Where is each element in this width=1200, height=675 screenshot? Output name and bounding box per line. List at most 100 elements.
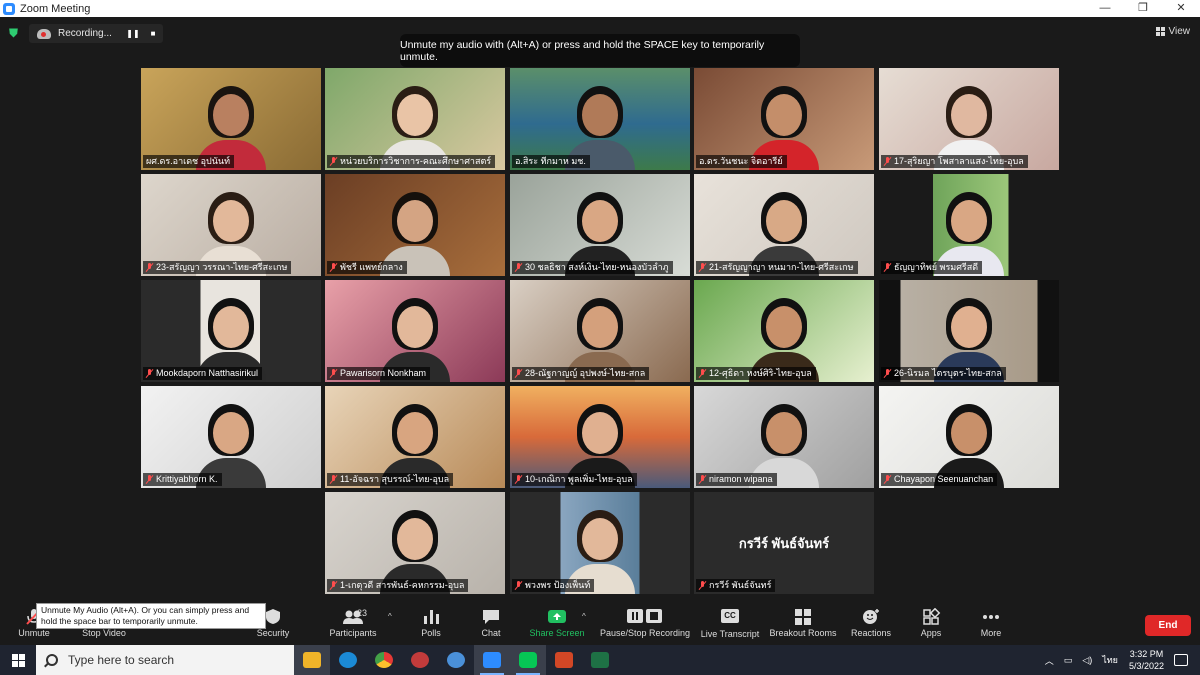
participant-tile[interactable]: ผศ.ดร.อาเดช อุปนันท์ [141, 68, 321, 170]
participant-name-label: ผศ.ดร.อาเดช อุปนันท์ [143, 155, 235, 168]
more-button[interactable]: More [951, 608, 1031, 638]
participant-tile[interactable]: 17-สุริยญา โพสาลาแสง-ไทย-อุบล [879, 68, 1059, 170]
zoom-taskbar-app[interactable] [474, 645, 510, 675]
participant-tile[interactable]: ธัญญาทิพย์ พรมศรีสดี [879, 174, 1059, 276]
live-transcript-button[interactable]: CC Live Transcript [690, 608, 770, 639]
participant-tile[interactable]: อ.สิระ ทีกมาห มช. [510, 68, 690, 170]
participant-name-label: หน่วยบริการวิชาการ-คณะศึกษาศาสตร์ [327, 155, 496, 168]
participant-name-label: 11-อัจฉรา สุบรรณ์-ไทย-อุบล [327, 473, 454, 486]
taskbar-search-placeholder: Type here to search [68, 653, 175, 667]
line-app[interactable] [510, 645, 546, 675]
unmute-notice: Unmute my audio with (Alt+A) or press an… [400, 34, 800, 67]
globe-icon [447, 652, 465, 668]
participant-tile[interactable]: Chayapon Seenuanchan [879, 386, 1059, 488]
chevron-up-icon[interactable]: ︿ [1045, 654, 1054, 667]
participant-tile[interactable]: 23-สรัญญา วรรณา-ไทย-ศรีสะเกษ [141, 174, 321, 276]
security-shield-icon[interactable]: ⛊ [9, 27, 21, 40]
participant-name: ธัญญาทิพย์ พรมศรีสดี [894, 262, 979, 272]
file-explorer-app[interactable] [294, 645, 330, 675]
participant-name-label: 30 ชลธิชา สงห์เงิน-ไทย-หนองบัวลำภู [512, 261, 673, 274]
meeting-area: ⛊ Recording... ❚❚ ■ View Unmute my audio… [0, 17, 1200, 605]
search-icon [46, 654, 58, 666]
excel-app[interactable] [582, 645, 618, 675]
participant-tile[interactable]: 1-เกตุวดี สารพันธ์-คหกรรม-อุบล [325, 492, 505, 594]
recording-indicator: Recording... ❚❚ ■ [29, 24, 163, 43]
participant-name: พวงพร ป้องเพ็นท์ [525, 580, 591, 590]
network-icon[interactable]: ▭ [1064, 655, 1073, 666]
start-button[interactable] [0, 645, 36, 675]
folder-icon [303, 652, 321, 668]
participant-tile[interactable]: Pawarisorn Nonkham [325, 280, 505, 382]
recording-label: Recording... [58, 28, 112, 39]
view-label: View [1168, 26, 1191, 37]
mic-muted-icon [330, 369, 337, 378]
chat-bubble-icon [481, 608, 501, 625]
participant-name: Krittiyabhorn K. [156, 474, 218, 484]
clock[interactable]: 3:32 PM 5/3/2022 [1129, 648, 1164, 672]
minimize-button[interactable]: — [1086, 0, 1124, 17]
chrome-app[interactable] [366, 645, 402, 675]
participant-name: Mookdaporn Natthasirikul [156, 368, 259, 378]
participant-tile[interactable]: 10-เกณิกา พูลเพิ่ม-ไทย-อุบล [510, 386, 690, 488]
zoom-logo-icon [3, 2, 15, 15]
participant-name: 28-ณัฐกาญญ์ อุปพงษ์-ไทย-สกล [525, 368, 646, 378]
participant-tile[interactable]: 28-ณัฐกาญญ์ อุปพงษ์-ไทย-สกล [510, 280, 690, 382]
zoom-icon [483, 652, 501, 668]
participant-name: niramon wipana [709, 474, 773, 484]
system-tray: ︿ ▭ ◁) ไทย 3:32 PM 5/3/2022 [1040, 645, 1200, 675]
excel-icon [591, 652, 609, 668]
participant-tile[interactable]: Krittiyabhorn K. [141, 386, 321, 488]
clock-date: 5/3/2022 [1128, 661, 1164, 671]
view-button[interactable]: View [1155, 26, 1191, 37]
pinned-app-2[interactable] [438, 645, 474, 675]
participant-tile[interactable]: พวงพร ป้องเพ็นท์ [510, 492, 690, 594]
participant-name: 10-เกณิกา พูลเพิ่ม-ไทย-อุบล [525, 474, 633, 484]
notification-icon[interactable] [1174, 654, 1188, 666]
close-button[interactable]: ✕ [1162, 0, 1200, 17]
participant-name: 17-สุริยญา โพสาลาแสง-ไทย-อุบล [894, 156, 1024, 166]
pinned-app-1[interactable] [402, 645, 438, 675]
participant-tile[interactable]: 12-ศุธิดา หงษ์ศิริ-ไทย-อุบล [694, 280, 874, 382]
mic-muted-icon [515, 581, 522, 590]
share-screen-icon [547, 608, 567, 625]
participant-tile[interactable]: พัชรี แพทย์กลาง [325, 174, 505, 276]
participant-tile[interactable]: หน่วยบริการวิชาการ-คณะศึกษาศาสตร์ [325, 68, 505, 170]
mic-muted-icon [330, 263, 337, 272]
participant-name-label: 21-สรัญญาญา หนมาก-ไทย-ศรีสะเกษ [696, 261, 858, 274]
participant-tile[interactable]: อ.ดร.วันชนะ จิตอารีย์ [694, 68, 874, 170]
participant-name-label: 28-ณัฐกาญญ์ อุปพงษ์-ไทย-สกล [512, 367, 650, 380]
pause-recording-button[interactable]: ❚❚ [123, 29, 143, 38]
taskbar-search[interactable]: Type here to search [36, 645, 294, 675]
volume-icon[interactable]: ◁) [1082, 655, 1092, 666]
participant-tile[interactable]: กรวีร์ พันธ์จันทร์ กรวีร์ พันธ์จันทร์ [694, 492, 874, 594]
chrome-icon [375, 652, 393, 668]
mic-muted-icon [330, 157, 337, 166]
participant-tile[interactable]: Mookdaporn Natthasirikul [141, 280, 321, 382]
more-dots-icon [981, 608, 1001, 625]
edge-app[interactable] [330, 645, 366, 675]
participant-name: 1-เกตุวดี สารพันธ์-คหกรรม-อุบล [340, 580, 465, 590]
pause-stop-recording-button[interactable]: Pause/Stop Recording [600, 608, 690, 638]
end-meeting-button[interactable]: End [1145, 615, 1191, 636]
participant-name: 23-สรัญญา วรรณา-ไทย-ศรีสะเกษ [156, 262, 288, 272]
participant-tile[interactable]: 21-สรัญญาญา หนมาก-ไทย-ศรีสะเกษ [694, 174, 874, 276]
mic-muted-icon [330, 475, 337, 484]
participant-name: 26-นิรมล ไตรบุตร-ไทย-สกล [894, 368, 1002, 378]
shield-icon [263, 608, 283, 625]
participant-name: หน่วยบริการวิชาการ-คณะศึกษาศาสตร์ [340, 156, 492, 166]
maximize-button[interactable]: ❐ [1124, 0, 1162, 17]
mic-muted-icon [884, 263, 891, 272]
participant-tile[interactable]: 26-นิรมล ไตรบุตร-ไทย-สกล [879, 280, 1059, 382]
participant-name: ผศ.ดร.อาเดช อุปนันท์ [146, 156, 231, 166]
participant-tile[interactable]: 11-อัจฉรา สุบรรณ์-ไทย-อุบล [325, 386, 505, 488]
powerpoint-app[interactable] [546, 645, 582, 675]
participant-tile[interactable]: 30 ชลธิชา สงห์เงิน-ไทย-หนองบัวลำภู [510, 174, 690, 276]
language-indicator[interactable]: ไทย [1102, 653, 1118, 667]
app-icon [411, 652, 429, 668]
participant-tile[interactable]: niramon wipana [694, 386, 874, 488]
share-caret-icon[interactable]: ^ [582, 612, 586, 621]
participants-button[interactable]: 23 Participants [313, 608, 393, 638]
stop-recording-button[interactable]: ■ [143, 29, 163, 38]
unmute-tooltip: Unmute My Audio (Alt+A). Or you can simp… [36, 603, 266, 629]
clock-time: 3:32 PM [1129, 649, 1164, 659]
